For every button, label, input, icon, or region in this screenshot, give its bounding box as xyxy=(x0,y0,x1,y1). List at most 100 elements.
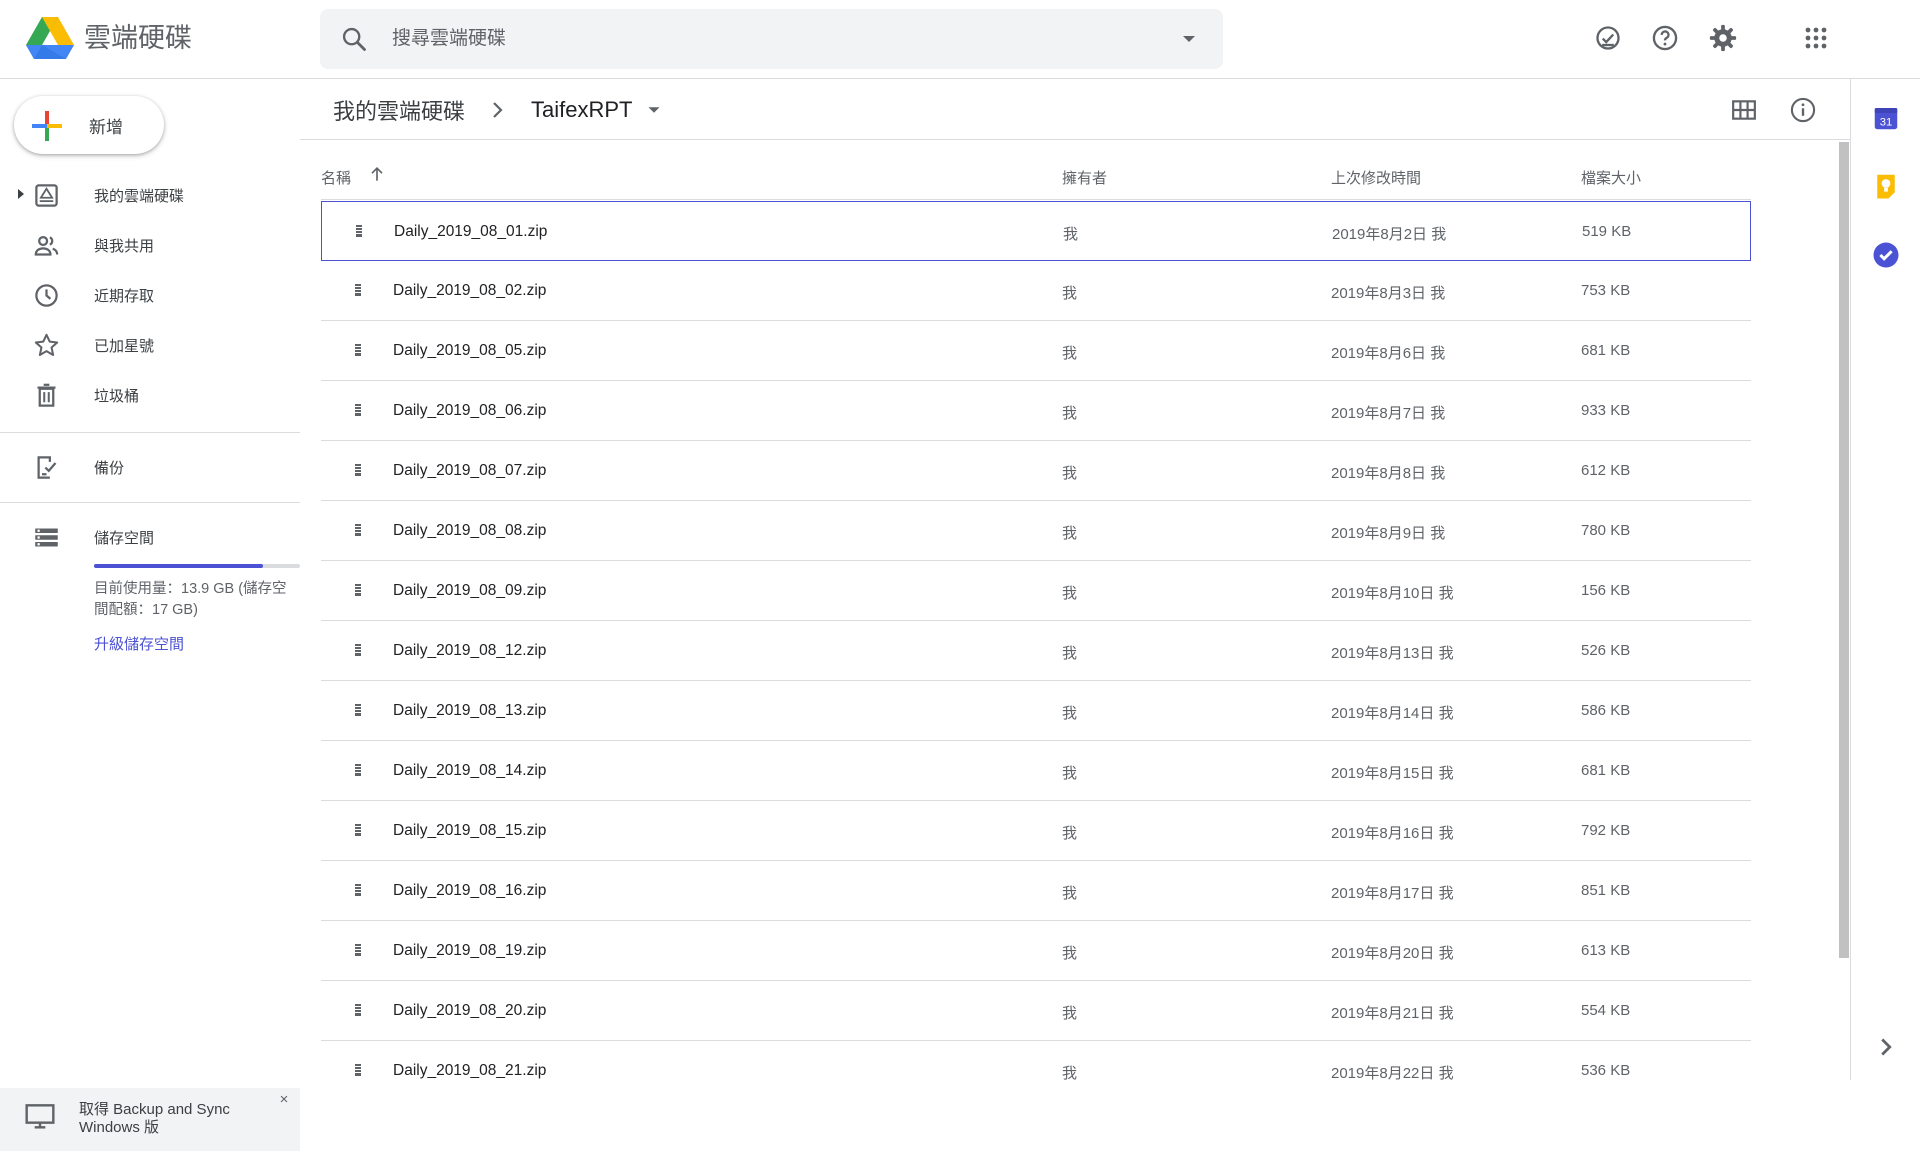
zip-file-icon xyxy=(355,584,361,596)
new-button[interactable]: 新增 xyxy=(14,96,164,154)
file-name: Daily_2019_08_05.zip xyxy=(393,342,547,359)
storage-usage-text: 目前使用量：13.9 GB (儲存空間配額：17 GB) xyxy=(94,581,287,618)
column-header-owner[interactable]: 擁有者 xyxy=(1062,167,1107,188)
file-modified: 2019年8月15日 我 xyxy=(1331,765,1454,782)
zip-file-icon xyxy=(355,524,361,536)
table-row[interactable]: Daily_2019_08_06.zip 我 2019年8月7日 我 933 KB xyxy=(321,381,1751,441)
file-modified: 2019年8月7日 我 xyxy=(1331,405,1446,422)
file-owner: 我 xyxy=(1062,885,1078,902)
sort-arrow-up-icon[interactable] xyxy=(367,164,387,184)
file-modified: 2019年8月2日 我 xyxy=(1332,226,1447,243)
tasks-icon[interactable] xyxy=(1871,240,1901,270)
file-modified: 2019年8月17日 我 xyxy=(1331,885,1454,902)
file-modified: 2019年8月21日 我 xyxy=(1331,1005,1454,1022)
sidebar-item-backups[interactable]: 備份 xyxy=(0,444,300,490)
file-name: Daily_2019_08_21.zip xyxy=(393,1062,547,1079)
file-size: 780 KB xyxy=(1581,522,1631,539)
table-row[interactable]: Daily_2019_08_14.zip 我 2019年8月15日 我 681 KB xyxy=(321,741,1751,801)
scrollbar-thumb[interactable] xyxy=(1839,142,1849,958)
upgrade-storage-link[interactable]: 升級儲存空間 xyxy=(94,633,184,654)
grid-view-button[interactable] xyxy=(1726,92,1762,128)
column-header-name[interactable]: 名稱 xyxy=(321,167,351,188)
star-icon xyxy=(34,333,59,356)
app-title[interactable]: 雲端硬碟 xyxy=(84,20,192,56)
sidebar-item-label: 備份 xyxy=(94,460,125,477)
view-details-button[interactable] xyxy=(1785,92,1821,128)
promo-text: 取得 Backup and Sync Windows 版 xyxy=(79,1101,230,1136)
calendar-icon[interactable]: 31 xyxy=(1871,103,1901,133)
file-owner: 我 xyxy=(1062,405,1078,422)
settings-button[interactable] xyxy=(1705,20,1741,56)
breadcrumb-my-drive[interactable]: 我的雲端硬碟 xyxy=(333,94,465,126)
folder-menu-caret-icon[interactable] xyxy=(643,99,665,121)
search-options-caret-icon[interactable] xyxy=(1177,27,1201,51)
new-button-label: 新增 xyxy=(89,118,123,137)
zip-file-icon xyxy=(355,1004,361,1016)
table-row[interactable]: Daily_2019_08_20.zip 我 2019年8月21日 我 554 KB xyxy=(321,981,1751,1041)
sidebar-item-starred[interactable]: 已加星號 xyxy=(0,322,300,368)
file-owner: 我 xyxy=(1062,465,1078,482)
table-row[interactable]: Daily_2019_08_01.zip 我 2019年8月2日 我 519 KB xyxy=(321,201,1751,261)
zip-file-icon xyxy=(356,225,362,237)
table-row[interactable]: Daily_2019_08_21.zip 我 2019年8月22日 我 536 KB xyxy=(321,1041,1751,1080)
column-header-modified[interactable]: 上次修改時間 xyxy=(1331,167,1421,188)
table-row[interactable]: Daily_2019_08_02.zip 我 2019年8月3日 我 753 KB xyxy=(321,261,1751,321)
file-name: Daily_2019_08_19.zip xyxy=(393,942,547,959)
file-name: Daily_2019_08_13.zip xyxy=(393,702,547,719)
search-icon[interactable] xyxy=(340,25,368,53)
column-header-size[interactable]: 檔案大小 xyxy=(1581,167,1641,188)
file-modified: 2019年8月14日 我 xyxy=(1331,705,1454,722)
sidebar-item-shared-with-me[interactable]: 與我共用 xyxy=(0,222,300,268)
sidebar-item-storage[interactable]: 儲存空間 xyxy=(0,514,300,560)
search-bar[interactable] xyxy=(320,9,1223,69)
backup-sync-promo[interactable]: 取得 Backup and Sync Windows 版 × xyxy=(0,1088,300,1151)
google-apps-button[interactable] xyxy=(1798,20,1834,56)
file-size: 612 KB xyxy=(1581,462,1631,479)
close-icon[interactable]: × xyxy=(274,1090,294,1110)
file-name: Daily_2019_08_20.zip xyxy=(393,1002,547,1019)
sidebar-item-my-drive[interactable]: 我的雲端硬碟 xyxy=(0,172,300,218)
file-size: 554 KB xyxy=(1581,1002,1631,1019)
table-row[interactable]: Daily_2019_08_12.zip 我 2019年8月13日 我 526 KB xyxy=(321,621,1751,681)
sidebar-item-label: 儲存空間 xyxy=(94,530,155,547)
ready-offline-button[interactable] xyxy=(1590,20,1626,56)
table-row[interactable]: Daily_2019_08_15.zip 我 2019年8月16日 我 792 KB xyxy=(321,801,1751,861)
zip-file-icon xyxy=(355,1064,361,1076)
help-button[interactable] xyxy=(1647,20,1683,56)
table-row[interactable]: Daily_2019_08_09.zip 我 2019年8月10日 我 156 KB xyxy=(321,561,1751,621)
search-input[interactable] xyxy=(390,23,1110,55)
apps-grid-icon xyxy=(1805,27,1827,49)
keep-icon[interactable] xyxy=(1871,171,1901,201)
table-row[interactable]: Daily_2019_08_19.zip 我 2019年8月20日 我 613 KB xyxy=(321,921,1751,981)
breadcrumb-current-folder[interactable]: TaifexRPT xyxy=(531,97,632,123)
file-modified: 2019年8月13日 我 xyxy=(1331,645,1454,662)
sidebar-item-recent[interactable]: 近期存取 xyxy=(0,272,300,318)
file-owner: 我 xyxy=(1062,285,1078,302)
sidebar-divider xyxy=(0,432,300,433)
file-size: 156 KB xyxy=(1581,582,1631,599)
drive-logo-icon[interactable] xyxy=(26,17,74,59)
chevron-right-icon[interactable] xyxy=(1871,1032,1901,1062)
sidebar-item-label: 垃圾桶 xyxy=(94,388,140,405)
file-name: Daily_2019_08_07.zip xyxy=(393,462,547,479)
file-owner: 我 xyxy=(1062,345,1078,362)
chevron-right-icon xyxy=(493,102,503,118)
expand-arrow-icon[interactable] xyxy=(15,188,27,200)
table-row[interactable]: Daily_2019_08_13.zip 我 2019年8月14日 我 586 KB xyxy=(321,681,1751,741)
table-row[interactable]: Daily_2019_08_07.zip 我 2019年8月8日 我 612 KB xyxy=(321,441,1751,501)
file-name: Daily_2019_08_12.zip xyxy=(393,642,547,659)
table-row[interactable]: Daily_2019_08_05.zip 我 2019年8月6日 我 681 KB xyxy=(321,321,1751,381)
file-list-header: 名稱 擁有者 上次修改時間 檔案大小 xyxy=(321,140,1751,200)
sidebar-item-label: 已加星號 xyxy=(94,338,155,355)
zip-file-icon xyxy=(355,644,361,656)
file-name: Daily_2019_08_16.zip xyxy=(393,882,547,899)
file-owner: 我 xyxy=(1062,585,1078,602)
table-row[interactable]: Daily_2019_08_08.zip 我 2019年8月9日 我 780 KB xyxy=(321,501,1751,561)
gear-icon xyxy=(1709,24,1737,52)
sidebar-item-trash[interactable]: 垃圾桶 xyxy=(0,372,300,418)
computer-icon xyxy=(25,1104,55,1129)
file-size: 933 KB xyxy=(1581,402,1631,419)
table-row[interactable]: Daily_2019_08_16.zip 我 2019年8月17日 我 851 KB xyxy=(321,861,1751,921)
zip-file-icon xyxy=(355,944,361,956)
file-size: 792 KB xyxy=(1581,822,1631,839)
